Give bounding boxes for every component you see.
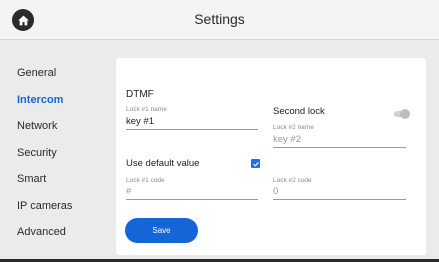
second-lock-label: Second lock xyxy=(273,106,325,117)
lock1-name-label: Lock #1 name xyxy=(126,106,167,113)
sidebar-item-security[interactable]: Security xyxy=(17,147,57,159)
lock2-code-label: Lock #2 code xyxy=(273,177,312,184)
use-default-label: Use default value xyxy=(126,158,200,169)
lock1-code-label: Lock #1 code xyxy=(126,177,165,184)
lock2-name-label: Lock #2 name xyxy=(273,124,314,131)
page-title: Settings xyxy=(194,11,245,27)
second-lock-toggle[interactable] xyxy=(394,109,410,119)
use-default-checkbox[interactable] xyxy=(251,159,260,168)
dtmf-settings-panel: DTMF Lock #1 name Second lock Lock #2 na… xyxy=(116,58,426,255)
toggle-knob xyxy=(400,109,410,119)
sidebar-item-ip-cameras[interactable]: IP cameras xyxy=(17,200,72,212)
save-button[interactable]: Save xyxy=(125,218,198,243)
sidebar-item-network[interactable]: Network xyxy=(17,120,57,132)
sidebar: General Intercom Network Security Smart … xyxy=(0,40,115,262)
lock1-code-field[interactable] xyxy=(126,184,258,200)
sidebar-item-intercom[interactable]: Intercom xyxy=(17,94,63,106)
checkmark-icon xyxy=(252,161,259,167)
section-title: DTMF xyxy=(126,89,154,100)
lock2-name-field[interactable] xyxy=(273,132,406,148)
sidebar-item-general[interactable]: General xyxy=(17,67,56,79)
top-bar: Settings xyxy=(0,0,439,40)
sidebar-item-smart[interactable]: Smart xyxy=(17,173,46,185)
lock1-name-field[interactable] xyxy=(126,114,258,130)
lock2-code-field[interactable] xyxy=(273,184,406,200)
sidebar-item-advanced[interactable]: Advanced xyxy=(17,226,66,238)
